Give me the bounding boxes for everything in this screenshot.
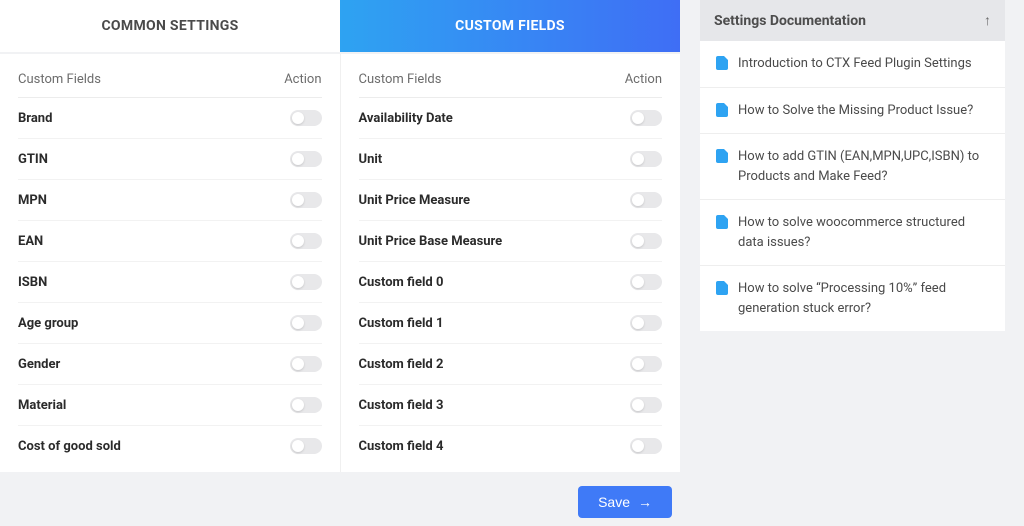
field-row: Gender [18, 344, 322, 385]
doc-item[interactable]: Introduction to CTX Feed Plugin Settings [700, 41, 1005, 88]
doc-item[interactable]: How to Solve the Missing Product Issue? [700, 88, 1005, 135]
toggle-switch[interactable] [630, 151, 662, 167]
field-row: Unit Price Base Measure [359, 221, 663, 262]
toggle-switch[interactable] [630, 274, 662, 290]
doc-item-label: How to add GTIN (EAN,MPN,UPC,ISBN) to Pr… [738, 147, 989, 186]
field-row: Custom field 0 [359, 262, 663, 303]
save-button-label: Save [598, 494, 630, 510]
toggle-switch[interactable] [630, 438, 662, 454]
panel-right-fields: Availability Date Unit Unit Price Measure U… [359, 98, 663, 466]
field-label: Availability Date [359, 111, 453, 126]
panel-left: Custom Fields Action Brand GTIN MPN EAN ISBN… [0, 54, 340, 472]
doc-item-label: How to solve woocommerce structured data… [738, 213, 989, 252]
field-label: Custom field 3 [359, 398, 444, 413]
doc-item-label: Introduction to CTX Feed Plugin Settings [738, 54, 972, 74]
field-row: GTIN [18, 139, 322, 180]
field-label: Material [18, 398, 66, 413]
save-row: Save → [0, 472, 680, 518]
panel-right: Custom Fields Action Availability Date Un… [340, 54, 681, 472]
field-label: Brand [18, 111, 52, 126]
panel-left-action-label: Action [284, 72, 321, 87]
field-label: Unit Price Base Measure [359, 234, 503, 249]
toggle-switch[interactable] [630, 397, 662, 413]
panel-left-fields: Brand GTIN MPN EAN ISBN Age group Gender Materi… [18, 98, 322, 466]
doc-item-label: How to Solve the Missing Product Issue? [738, 101, 973, 121]
field-row: Custom field 2 [359, 344, 663, 385]
field-label: Custom field 2 [359, 357, 444, 372]
toggle-switch[interactable] [290, 315, 322, 331]
doc-header: Settings Documentation ↑ [700, 0, 1005, 41]
toggle-switch[interactable] [630, 356, 662, 372]
field-row: Age group [18, 303, 322, 344]
doc-list: Introduction to CTX Feed Plugin Settings… [700, 41, 1005, 331]
toggle-switch[interactable] [290, 274, 322, 290]
toggle-switch[interactable] [290, 192, 322, 208]
arrow-right-icon: → [638, 494, 652, 510]
doc-item[interactable]: How to solve “Processing 10%” feed gener… [700, 266, 1005, 331]
doc-title: Settings Documentation [714, 13, 866, 29]
toggle-switch[interactable] [630, 233, 662, 249]
toggle-switch[interactable] [630, 192, 662, 208]
tab-common-settings[interactable]: COMMON SETTINGS [0, 0, 340, 52]
document-icon [716, 56, 728, 70]
toggle-switch[interactable] [630, 315, 662, 331]
tab-custom-fields[interactable]: CUSTOM FIELDS [340, 0, 680, 52]
document-icon [716, 281, 728, 295]
sidebar: Settings Documentation ↑ Introduction to… [700, 0, 1005, 518]
field-row: EAN [18, 221, 322, 262]
field-row: Unit Price Measure [359, 180, 663, 221]
save-button[interactable]: Save → [578, 486, 672, 518]
field-row: Custom field 1 [359, 303, 663, 344]
field-row: Cost of good sold [18, 426, 322, 466]
document-icon [716, 215, 728, 229]
field-label: Custom field 4 [359, 439, 444, 454]
toggle-switch[interactable] [290, 151, 322, 167]
panel-right-title: Custom Fields [359, 72, 442, 87]
panels: Custom Fields Action Brand GTIN MPN EAN ISBN… [0, 54, 680, 472]
field-row: ISBN [18, 262, 322, 303]
field-row: MPN [18, 180, 322, 221]
document-icon [716, 103, 728, 117]
field-row: Brand [18, 98, 322, 139]
field-label: EAN [18, 234, 43, 249]
collapse-icon[interactable]: ↑ [984, 12, 991, 29]
toggle-switch[interactable] [630, 110, 662, 126]
main-area: COMMON SETTINGS CUSTOM FIELDS Custom Fie… [0, 0, 680, 518]
field-label: Custom field 0 [359, 275, 444, 290]
field-label: ISBN [18, 275, 47, 290]
doc-item-label: How to solve “Processing 10%” feed gener… [738, 279, 989, 318]
field-row: Custom field 4 [359, 426, 663, 466]
panel-right-action-label: Action [625, 72, 662, 87]
field-row: Availability Date [359, 98, 663, 139]
doc-item[interactable]: How to add GTIN (EAN,MPN,UPC,ISBN) to Pr… [700, 134, 1005, 200]
field-label: Unit [359, 152, 383, 167]
field-label: Age group [18, 316, 78, 331]
panel-left-title: Custom Fields [18, 72, 101, 87]
field-row: Unit [359, 139, 663, 180]
doc-item[interactable]: How to solve woocommerce structured data… [700, 200, 1005, 266]
field-label: Gender [18, 357, 60, 372]
toggle-switch[interactable] [290, 397, 322, 413]
toggle-switch[interactable] [290, 110, 322, 126]
toggle-switch[interactable] [290, 438, 322, 454]
field-label: Custom field 1 [359, 316, 444, 331]
field-label: GTIN [18, 152, 48, 167]
field-label: MPN [18, 193, 47, 208]
tabs: COMMON SETTINGS CUSTOM FIELDS [0, 0, 680, 52]
field-label: Cost of good sold [18, 439, 121, 454]
field-row: Custom field 3 [359, 385, 663, 426]
toggle-switch[interactable] [290, 233, 322, 249]
field-label: Unit Price Measure [359, 193, 471, 208]
field-row: Material [18, 385, 322, 426]
toggle-switch[interactable] [290, 356, 322, 372]
document-icon [716, 149, 728, 163]
